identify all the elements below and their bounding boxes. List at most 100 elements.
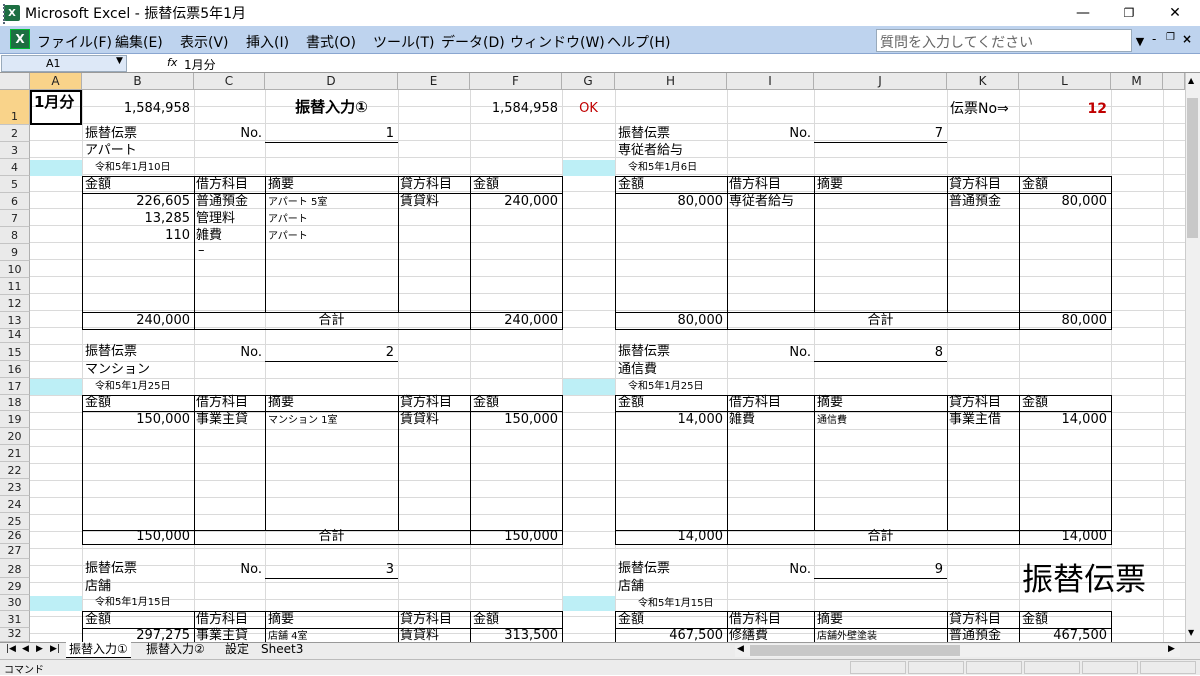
- row-header-17[interactable]: 17: [0, 378, 30, 395]
- v1-header-desc[interactable]: 摘要: [268, 177, 294, 193]
- tab-sheet3[interactable]: Sheet3: [258, 642, 306, 658]
- v8-total-right[interactable]: 14,000: [1019, 529, 1108, 545]
- mdi-close-button[interactable]: ×: [1182, 32, 1192, 46]
- formula-input[interactable]: 1月分: [184, 56, 216, 73]
- v7-total-left[interactable]: 80,000: [615, 313, 724, 329]
- v2-date[interactable]: 令和5年1月25日: [95, 379, 170, 395]
- select-all-corner[interactable]: [0, 73, 30, 90]
- v1-line1-desc[interactable]: アパート 5室: [268, 195, 327, 211]
- v1-voucher-label[interactable]: 振替伝票: [85, 126, 137, 142]
- row-header-11[interactable]: 11: [0, 278, 30, 295]
- v8-no-label[interactable]: No.: [727, 345, 811, 361]
- column-header-k[interactable]: K: [947, 73, 1019, 90]
- v7-total-label[interactable]: 合計: [814, 313, 947, 329]
- name-box[interactable]: A1: [1, 55, 127, 72]
- v7-line1-amount[interactable]: 80,000: [615, 194, 724, 210]
- v8-header-debit[interactable]: 借方科目: [729, 395, 781, 411]
- fx-icon[interactable]: fx: [167, 56, 177, 69]
- v3-no-label[interactable]: No.: [194, 562, 262, 578]
- v1-line1-debit[interactable]: 普通預金: [196, 194, 248, 210]
- cell-b1[interactable]: 1,584,958: [82, 101, 190, 117]
- ask-dropdown-icon[interactable]: ▼: [1132, 30, 1148, 52]
- scroll-left-icon[interactable]: ◀: [737, 644, 744, 654]
- tab-furikae-1[interactable]: 振替入力①: [66, 642, 131, 658]
- row-header-24[interactable]: 24: [0, 496, 30, 513]
- v2-total-right[interactable]: 150,000: [470, 529, 558, 545]
- row-header-28[interactable]: 28: [0, 559, 30, 578]
- v1-line1-credit[interactable]: 賃貸料: [400, 194, 439, 210]
- v8-no-value[interactable]: 8: [814, 345, 943, 361]
- v7-line1-credit-amount[interactable]: 80,000: [1019, 194, 1108, 210]
- v7-no-label[interactable]: No.: [727, 126, 811, 142]
- v2-line1-credit[interactable]: 賃貸料: [400, 412, 439, 428]
- v2-header-desc[interactable]: 摘要: [268, 395, 294, 411]
- row-header-13[interactable]: 13: [0, 312, 30, 329]
- row-header-6[interactable]: 6: [0, 193, 30, 210]
- vertical-scroll-thumb[interactable]: [1187, 98, 1198, 238]
- v1-header-credit[interactable]: 貸方科目: [400, 177, 452, 193]
- row-header-9[interactable]: 9: [0, 244, 30, 261]
- v1-name[interactable]: アパート: [85, 143, 137, 159]
- menu-insert[interactable]: 挿入(I): [246, 32, 289, 52]
- row-header-31[interactable]: 31: [0, 611, 30, 628]
- tab-furikae-2[interactable]: 振替入力②: [143, 642, 208, 658]
- column-header-a[interactable]: A: [30, 73, 82, 90]
- cell-l1[interactable]: 12: [1019, 101, 1107, 117]
- row-header-5[interactable]: 5: [0, 176, 30, 193]
- v7-header-debit[interactable]: 借方科目: [729, 177, 781, 193]
- v3-no-value[interactable]: 3: [265, 562, 394, 578]
- v8-header-desc[interactable]: 摘要: [817, 395, 843, 411]
- v9-header-debit[interactable]: 借方科目: [729, 612, 781, 628]
- v2-line1-desc[interactable]: マンション 1室: [268, 413, 338, 429]
- big-voucher-title[interactable]: 振替伝票: [1022, 560, 1146, 600]
- v9-header-credit[interactable]: 貸方科目: [949, 612, 1001, 628]
- column-header-l[interactable]: L: [1019, 73, 1111, 90]
- minimize-button[interactable]: —: [1060, 0, 1106, 26]
- v2-header-debit[interactable]: 借方科目: [196, 395, 248, 411]
- v8-header-credit[interactable]: 貸方科目: [949, 395, 1001, 411]
- v2-header-amount[interactable]: 金額: [85, 395, 111, 411]
- column-header-n[interactable]: [1163, 73, 1185, 90]
- cell-f1[interactable]: 1,584,958: [470, 101, 558, 117]
- scroll-down-icon[interactable]: ▼: [1188, 628, 1194, 637]
- column-header-m[interactable]: M: [1111, 73, 1163, 90]
- prev-sheet-icon[interactable]: ◀: [22, 644, 29, 654]
- v8-line1-debit[interactable]: 雑費: [729, 412, 755, 428]
- v2-header-credit[interactable]: 貸方科目: [400, 395, 452, 411]
- v9-header-amount[interactable]: 金額: [618, 612, 644, 628]
- v1-line3-amount[interactable]: 110: [82, 228, 190, 244]
- v1-date[interactable]: 令和5年1月10日: [95, 160, 170, 176]
- menu-format[interactable]: 書式(O): [306, 32, 356, 52]
- menu-window[interactable]: ウィンドウ(W): [510, 32, 605, 52]
- v8-line1-amount[interactable]: 14,000: [615, 412, 724, 428]
- row-header-32[interactable]: 32: [0, 627, 30, 642]
- v2-header-credit-amount[interactable]: 金額: [473, 395, 499, 411]
- row-header-23[interactable]: 23: [0, 479, 30, 496]
- v8-line1-credit-amount[interactable]: 14,000: [1019, 412, 1108, 428]
- v1-total-left[interactable]: 240,000: [82, 313, 190, 329]
- menu-tools[interactable]: ツール(T): [373, 32, 434, 52]
- v9-header-credit-amount[interactable]: 金額: [1022, 612, 1048, 628]
- row-header-3[interactable]: 3: [0, 142, 30, 159]
- name-box-dropdown-icon[interactable]: ▼: [116, 56, 123, 66]
- column-header-f[interactable]: F: [470, 73, 562, 90]
- v3-header-debit[interactable]: 借方科目: [196, 612, 248, 628]
- v7-header-credit[interactable]: 貸方科目: [949, 177, 1001, 193]
- tab-settings[interactable]: 設定: [222, 642, 252, 658]
- v8-header-amount[interactable]: 金額: [618, 395, 644, 411]
- ask-question-input[interactable]: 質問を入力してください: [876, 29, 1132, 52]
- v2-line1-credit-amount[interactable]: 150,000: [470, 412, 558, 428]
- v3-name[interactable]: 店舗: [85, 579, 111, 595]
- cell-k1[interactable]: 伝票No⇒: [950, 101, 1009, 117]
- v1-total-label[interactable]: 合計: [265, 313, 398, 329]
- v3-date[interactable]: 令和5年1月15日: [95, 595, 170, 611]
- mdi-restore-button[interactable]: ❐: [1166, 32, 1175, 43]
- v3-header-credit-amount[interactable]: 金額: [473, 612, 499, 628]
- v1-line4-debit[interactable]: –: [198, 243, 205, 259]
- v1-line3-debit[interactable]: 雑費: [196, 228, 222, 244]
- row-header-15[interactable]: 15: [0, 343, 30, 361]
- last-sheet-icon[interactable]: ▶|: [50, 644, 60, 654]
- v1-total-right[interactable]: 240,000: [470, 313, 558, 329]
- column-header-j[interactable]: J: [814, 73, 947, 90]
- v2-total-left[interactable]: 150,000: [82, 529, 190, 545]
